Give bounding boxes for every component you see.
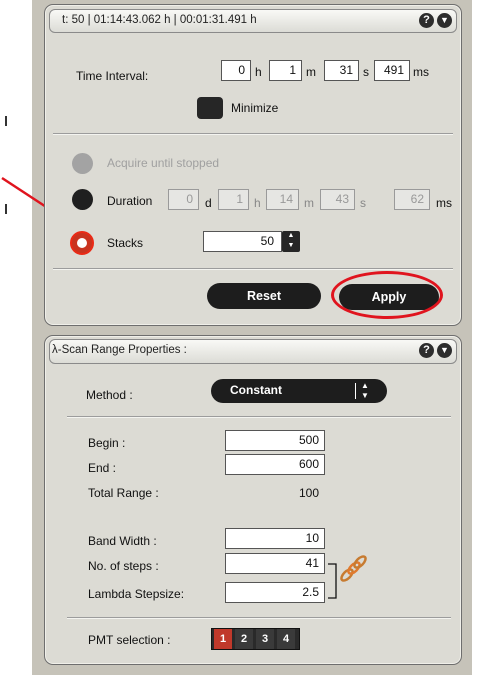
time-series-header: t: 50 | 01:14:43.062 h | 00:01:31.491 h … [49, 9, 457, 33]
help-icon[interactable]: ? [419, 13, 434, 28]
interval-ms-unit: ms [413, 65, 429, 79]
num-steps-input[interactable]: 41 [225, 553, 325, 574]
lambda-scan-title: λ-Scan Range Properties : [52, 344, 187, 356]
interval-minutes-unit: m [306, 65, 316, 79]
duration-minutes-unit: m [304, 196, 314, 210]
minimize-toggle[interactable] [197, 97, 223, 119]
help-icon[interactable]: ? [419, 343, 434, 358]
stacks-input[interactable]: 50 [203, 231, 282, 252]
total-range-value: 100 [299, 486, 320, 500]
stacks-radio[interactable] [70, 231, 94, 255]
select-divider [355, 383, 356, 399]
apply-highlight-ring [331, 271, 443, 319]
acquire-until-stopped-radio[interactable] [72, 153, 93, 174]
up-down-arrow-icon[interactable]: ▲ ▼ [361, 381, 369, 401]
link-chain-icon[interactable] [338, 554, 368, 584]
end-input[interactable]: 600 [225, 454, 325, 475]
stacks-label: Stacks [107, 236, 144, 250]
pmt-option-1[interactable]: 1 [214, 629, 232, 649]
duration-hours-unit: h [254, 196, 261, 210]
interval-seconds-unit: s [363, 65, 369, 79]
duration-minutes-input[interactable]: 14 [266, 189, 299, 210]
stacks-radio-dot [77, 238, 87, 248]
duration-hours-input[interactable]: 1 [218, 189, 249, 210]
stepper-down-icon[interactable]: ▼ [282, 241, 300, 251]
band-width-input[interactable]: 10 [225, 528, 325, 549]
pmt-selection-label: PMT selection : [88, 633, 171, 647]
acquire-until-stopped-label: Acquire until stopped [107, 156, 220, 170]
interval-seconds-input[interactable]: 31 [324, 60, 359, 81]
interval-hours-unit: h [255, 65, 262, 79]
collapse-icon[interactable]: ▼ [437, 343, 452, 358]
separator [53, 268, 453, 270]
separator [67, 617, 451, 619]
time-interval-label: Time Interval: [76, 69, 149, 83]
method-select[interactable]: Constant ▲ ▼ [211, 379, 387, 403]
duration-label: Duration [107, 194, 153, 208]
lambda-stepsize-label: Lambda Stepsize: [88, 587, 185, 601]
method-value: Constant [230, 383, 282, 397]
separator [67, 416, 451, 418]
minimize-label: Minimize [231, 101, 279, 115]
interval-ms-input[interactable]: 491 [374, 60, 410, 81]
lambda-scan-panel: λ-Scan Range Properties : ? ▼ Method : C… [44, 335, 462, 665]
pmt-option-2[interactable]: 2 [235, 629, 253, 649]
annotation-stub-2 [0, 204, 7, 214]
interval-hours-input[interactable]: 0 [221, 60, 251, 81]
reset-button[interactable]: Reset [207, 283, 321, 309]
duration-radio[interactable] [72, 189, 93, 210]
collapse-icon[interactable]: ▼ [437, 13, 452, 28]
separator [53, 133, 453, 135]
stacks-stepper[interactable]: ▲ ▼ [282, 231, 300, 252]
duration-seconds-input[interactable]: 43 [320, 189, 355, 210]
lambda-stepsize-input[interactable]: 2.5 [225, 582, 325, 603]
duration-ms-input[interactable]: 62 [394, 189, 430, 210]
pmt-selector: 1 2 3 4 [211, 628, 300, 650]
num-steps-label: No. of steps : [88, 559, 159, 573]
end-label: End : [88, 461, 117, 475]
lambda-scan-header: λ-Scan Range Properties : ? ▼ [49, 339, 457, 364]
method-label: Method : [86, 388, 133, 402]
time-series-panel: t: 50 | 01:14:43.062 h | 00:01:31.491 h … [44, 4, 462, 326]
pmt-option-3[interactable]: 3 [256, 629, 274, 649]
duration-days-input[interactable]: 0 [168, 189, 199, 210]
total-range-label: Total Range : [88, 486, 159, 500]
band-width-label: Band Width : [88, 534, 157, 548]
pmt-option-4[interactable]: 4 [277, 629, 295, 649]
duration-seconds-unit: s [360, 196, 366, 210]
stepper-up-icon[interactable]: ▲ [282, 231, 300, 241]
duration-days-unit: d [205, 196, 212, 210]
begin-input[interactable]: 500 [225, 430, 325, 451]
duration-ms-unit: ms [436, 196, 452, 210]
time-series-status: t: 50 | 01:14:43.062 h | 00:01:31.491 h [62, 14, 257, 26]
begin-label: Begin : [88, 436, 126, 450]
interval-minutes-input[interactable]: 1 [269, 60, 302, 81]
annotation-stub-1 [0, 116, 7, 126]
